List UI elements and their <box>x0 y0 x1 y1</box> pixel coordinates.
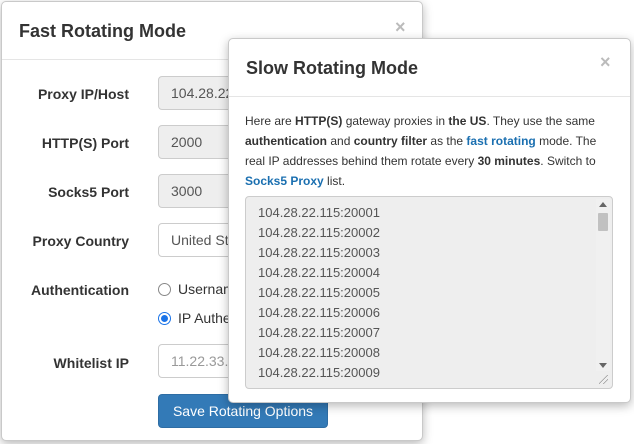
slow-mode-description: Here are HTTP(S) gateway proxies in the … <box>245 114 597 188</box>
whitelist-ip-label: Whitelist IP <box>53 355 129 371</box>
proxy-list-item: 104.28.22.115:20008 <box>258 345 380 360</box>
proxy-list-item: 104.28.22.115:20005 <box>258 285 380 300</box>
resize-handle-icon[interactable] <box>599 375 608 384</box>
proxy-list-item: 104.28.22.115:20001 <box>258 205 380 220</box>
auth-ip-radio[interactable] <box>158 312 171 325</box>
socks5-proxy-link[interactable]: Socks5 Proxy <box>245 174 324 188</box>
auth-username-radio[interactable] <box>158 283 171 296</box>
proxy-list-item: 104.28.22.115:20004 <box>258 265 380 280</box>
proxy-list-item: 104.28.22.115:20009 <box>258 365 380 380</box>
proxy-list-textarea[interactable]: 104.28.22.115:20001 104.28.22.115:20002 10… <box>245 196 613 389</box>
scroll-up-icon[interactable] <box>599 202 607 207</box>
proxy-list-item: 104.28.22.115:20007 <box>258 325 380 340</box>
slow-modal-header-divider <box>229 96 630 97</box>
scroll-down-icon[interactable] <box>599 363 607 368</box>
fast-modal-close-icon[interactable]: × <box>395 17 406 38</box>
proxy-list-item: 104.28.22.115:20003 <box>258 245 380 260</box>
fast-rotating-link[interactable]: fast rotating <box>466 134 535 148</box>
proxy-list-item: 104.28.22.115:20010 <box>258 383 380 388</box>
slow-rotating-modal: Slow Rotating Mode × Here are HTTP(S) ga… <box>228 38 631 403</box>
proxy-list-item: 104.28.22.115:20006 <box>258 305 380 320</box>
fast-modal-title: Fast Rotating Mode <box>19 21 186 41</box>
scroll-thumb[interactable] <box>598 213 608 231</box>
proxy-list-scrollbar[interactable] <box>596 199 610 371</box>
slow-modal-title: Slow Rotating Mode <box>246 58 418 78</box>
proxy-country-label: Proxy Country <box>32 233 129 249</box>
proxy-list-item: 104.28.22.115:20002 <box>258 225 380 240</box>
http-port-label: HTTP(S) Port <box>41 135 129 151</box>
slow-modal-close-icon[interactable]: × <box>600 52 611 73</box>
socks5-port-label: Socks5 Port <box>48 184 129 200</box>
authentication-label: Authentication <box>31 282 129 298</box>
proxy-list-lines: 104.28.22.115:20001 104.28.22.115:20002 10… <box>258 203 380 388</box>
proxy-host-label: Proxy IP/Host <box>37 86 129 102</box>
